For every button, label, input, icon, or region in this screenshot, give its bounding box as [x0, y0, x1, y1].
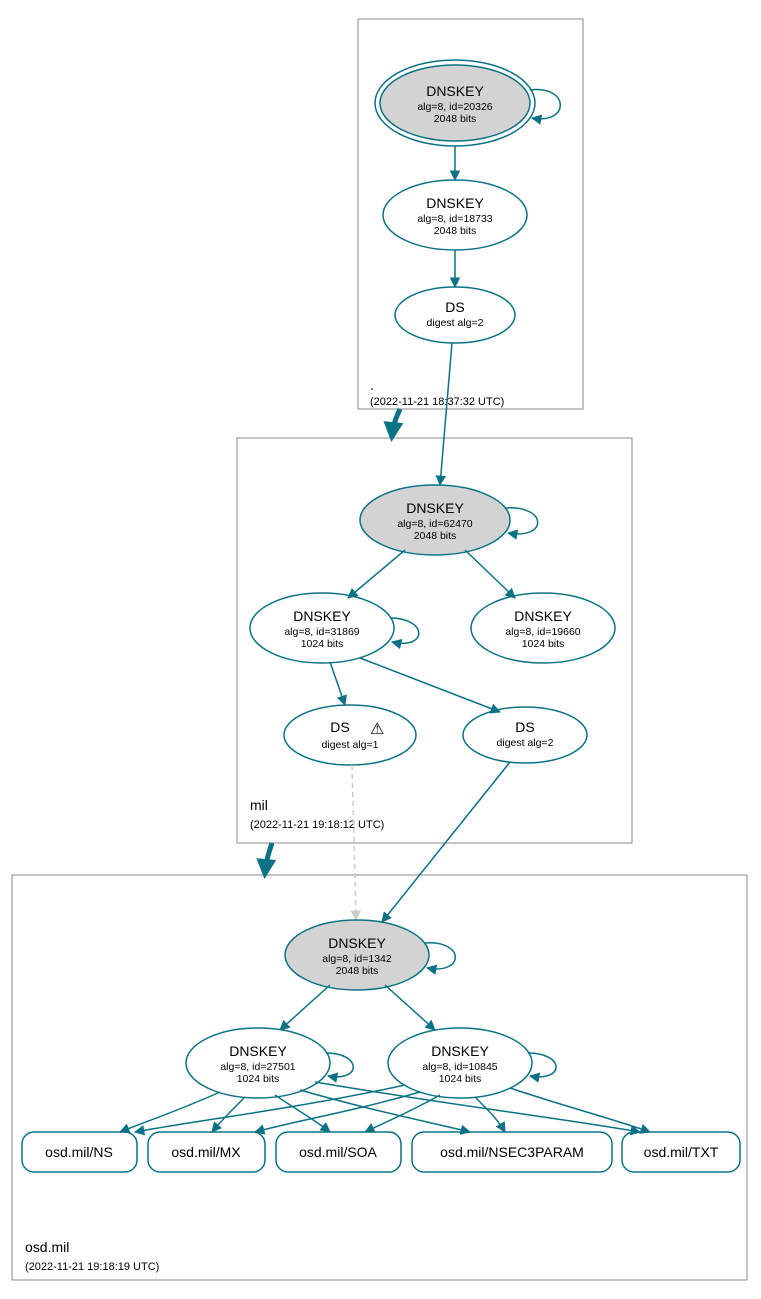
node-rr-nsec3param: osd.mil/NSEC3PARAM: [412, 1132, 612, 1172]
svg-text:DNSKEY: DNSKEY: [431, 1043, 489, 1059]
svg-text:osd.mil/SOA: osd.mil/SOA: [299, 1144, 377, 1160]
svg-text:alg=8, id=18733: alg=8, id=18733: [417, 213, 492, 225]
svg-text:2048 bits: 2048 bits: [434, 225, 477, 237]
svg-text:DS: DS: [330, 719, 349, 735]
svg-text:osd.mil/TXT: osd.mil/TXT: [644, 1144, 719, 1160]
svg-text:DS: DS: [445, 299, 464, 315]
svg-text:2048 bits: 2048 bits: [434, 113, 477, 125]
edge-osd-ksk-zsk1: [280, 985, 330, 1030]
node-mil-zsk2: DNSKEY alg=8, id=19660 1024 bits: [471, 593, 615, 663]
node-root-ksk: DNSKEY alg=8, id=20326 2048 bits: [375, 60, 535, 146]
svg-text:1024 bits: 1024 bits: [301, 638, 344, 650]
svg-text:DNSKEY: DNSKEY: [426, 83, 484, 99]
svg-text:DNSKEY: DNSKEY: [293, 608, 351, 624]
node-root-zsk: DNSKEY alg=8, id=18733 2048 bits: [383, 180, 527, 250]
node-rr-soa: osd.mil/SOA: [276, 1132, 401, 1172]
node-root-ds: DS digest alg=2: [395, 287, 515, 343]
svg-text:digest alg=2: digest alg=2: [497, 737, 554, 749]
node-rr-txt: osd.mil/TXT: [622, 1132, 740, 1172]
svg-text:alg=8, id=10845: alg=8, id=10845: [422, 1061, 497, 1073]
svg-text:alg=8, id=20326: alg=8, id=20326: [417, 101, 492, 113]
node-mil-ds2: DS digest alg=2: [463, 707, 587, 763]
node-osd-ksk: DNSKEY alg=8, id=1342 2048 bits: [285, 920, 429, 990]
svg-text:1024 bits: 1024 bits: [237, 1073, 280, 1085]
svg-text:DNSKEY: DNSKEY: [229, 1043, 287, 1059]
edge-mil-zsk1-ds2: [360, 658, 500, 712]
zone-timestamp-mil: (2022-11-21 19:18:12 UTC): [250, 819, 384, 831]
svg-text:2048 bits: 2048 bits: [414, 530, 457, 542]
edge-zone-mil-to-osd: [265, 843, 272, 873]
svg-text:DNSKEY: DNSKEY: [514, 608, 572, 624]
edge-mil-ksk-zsk1: [348, 550, 405, 598]
zone-timestamp-root: (2022-11-21 18:37:32 UTC): [370, 396, 504, 408]
zone-label-root: .: [370, 377, 374, 393]
node-rr-mx: osd.mil/MX: [148, 1132, 265, 1172]
zone-timestamp-osd: (2022-11-21 19:18:19 UTC): [25, 1261, 159, 1273]
svg-text:alg=8, id=19660: alg=8, id=19660: [505, 626, 580, 638]
edge-root-ds-to-mil-ksk: [440, 343, 452, 485]
zone-label-osd: osd.mil: [25, 1239, 69, 1255]
svg-text:DS: DS: [515, 719, 534, 735]
svg-text:1024 bits: 1024 bits: [439, 1073, 482, 1085]
node-mil-ksk: DNSKEY alg=8, id=62470 2048 bits: [360, 485, 510, 555]
edge-zone-root-to-mil: [392, 409, 400, 436]
svg-text:1024 bits: 1024 bits: [522, 638, 565, 650]
svg-text:digest alg=2: digest alg=2: [427, 317, 484, 329]
edge-mil-zsk1-ds1: [330, 662, 345, 705]
svg-text:osd.mil/NSEC3PARAM: osd.mil/NSEC3PARAM: [440, 1144, 584, 1160]
svg-text:DNSKEY: DNSKEY: [406, 500, 464, 516]
node-mil-ds1: DS ⚠ digest alg=1: [284, 705, 416, 765]
node-rr-ns: osd.mil/NS: [22, 1132, 137, 1172]
edge-osd-ksk-zsk2: [385, 985, 435, 1030]
node-mil-zsk1: DNSKEY alg=8, id=31869 1024 bits: [250, 593, 394, 663]
svg-text:osd.mil/NS: osd.mil/NS: [45, 1144, 113, 1160]
zone-label-mil: mil: [250, 797, 268, 813]
svg-text:DNSKEY: DNSKEY: [426, 195, 484, 211]
warn-icon: ⚠: [370, 721, 384, 738]
edge-osd-zsk2-txt: [510, 1088, 650, 1132]
svg-text:2048 bits: 2048 bits: [336, 965, 379, 977]
edge-mil-ksk-zsk2: [465, 550, 515, 598]
node-osd-zsk1: DNSKEY alg=8, id=27501 1024 bits: [186, 1028, 330, 1098]
svg-text:digest alg=1: digest alg=1: [322, 739, 379, 751]
edge-osd-zsk2-soa: [365, 1095, 440, 1132]
svg-text:alg=8, id=31869: alg=8, id=31869: [284, 626, 359, 638]
svg-text:alg=8, id=62470: alg=8, id=62470: [397, 518, 472, 530]
svg-text:DNSKEY: DNSKEY: [328, 935, 386, 951]
svg-text:alg=8, id=27501: alg=8, id=27501: [220, 1061, 295, 1073]
edge-mil-ds2-to-osd-ksk: [382, 762, 510, 922]
edge-osd-zsk2-nsec3: [475, 1097, 505, 1132]
svg-text:osd.mil/MX: osd.mil/MX: [171, 1144, 241, 1160]
svg-text:alg=8, id=1342: alg=8, id=1342: [322, 953, 392, 965]
